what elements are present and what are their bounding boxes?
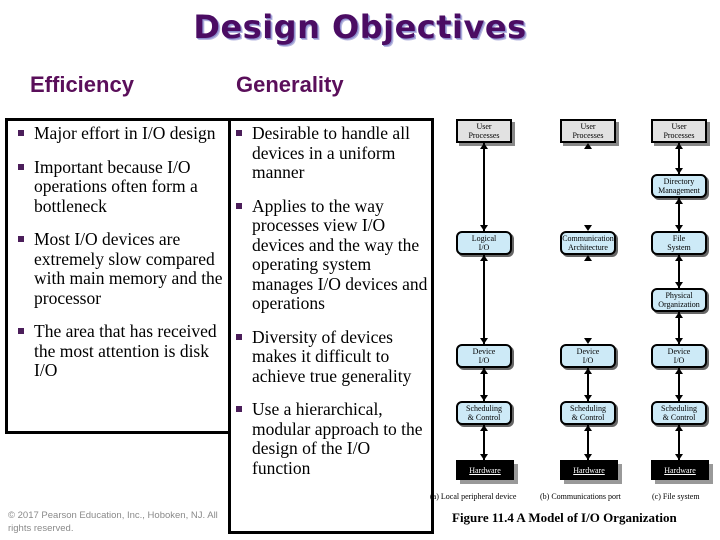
diagram-node: Device I/O bbox=[560, 344, 616, 368]
bullet-square-icon bbox=[18, 236, 24, 242]
arrow-up-icon bbox=[675, 368, 683, 374]
diagram-node: Logical I/O bbox=[456, 231, 512, 255]
diagram-sublabel: (b) Communications port bbox=[540, 492, 621, 501]
arrow-up-icon bbox=[480, 425, 488, 431]
arrow-up-icon bbox=[675, 198, 683, 204]
diagram-node: File System bbox=[651, 231, 707, 255]
copyright-notice: © 2017 Pearson Education, Inc., Hoboken,… bbox=[8, 510, 218, 534]
diagram-node: Device I/O bbox=[651, 344, 707, 368]
arrow-up-icon bbox=[675, 425, 683, 431]
diagram-node: Communication Architecture bbox=[560, 231, 616, 255]
bullet-item: Applies to the way processes view I/O de… bbox=[232, 196, 432, 314]
bullet-item: Most I/O devices are extremely slow comp… bbox=[14, 229, 226, 308]
bullet-item: Important because I/O operations often f… bbox=[14, 157, 226, 217]
bullet-square-icon bbox=[18, 130, 24, 136]
arrow-up-icon bbox=[675, 255, 683, 261]
diagram-node: User Processes bbox=[651, 119, 707, 143]
figure-caption: Figure 11.4 A Model of I/O Organization bbox=[452, 510, 677, 525]
diagram-node: User Processes bbox=[456, 119, 512, 143]
diagram-node: Hardware bbox=[651, 460, 709, 480]
diagram-node: Physical Organization bbox=[651, 288, 707, 312]
diagram-node: Scheduling & Control bbox=[560, 401, 616, 425]
connector-line bbox=[483, 255, 485, 344]
diagram-node: Directory Management bbox=[651, 174, 707, 198]
diagram-node: Hardware bbox=[560, 460, 618, 480]
generality-heading: Generality bbox=[236, 72, 344, 97]
bullet-square-icon bbox=[236, 406, 242, 412]
arrow-up-icon bbox=[584, 255, 592, 261]
diagram-node: Hardware bbox=[456, 460, 514, 480]
bullet-item: Diversity of devices makes it difficult … bbox=[232, 327, 432, 387]
slide-title: Design Objectives bbox=[193, 8, 527, 46]
generality-bullet-list: Desirable to handle all devices in a uni… bbox=[232, 123, 432, 492]
bullet-square-icon bbox=[18, 328, 24, 334]
arrow-up-icon bbox=[675, 312, 683, 318]
arrow-up-icon bbox=[480, 255, 488, 261]
arrow-up-icon bbox=[480, 143, 488, 149]
arrow-up-icon bbox=[584, 425, 592, 431]
connector-line bbox=[483, 143, 485, 231]
io-organization-diagram: Figure 11.4 A Model of I/O Organization … bbox=[430, 110, 720, 540]
arrow-up-icon bbox=[675, 143, 683, 149]
bullet-square-icon bbox=[236, 333, 242, 340]
efficiency-bullet-list: Major effort in I/O design Important bec… bbox=[14, 123, 226, 395]
bullet-item: Desirable to handle all devices in a uni… bbox=[232, 123, 432, 183]
diagram-node: User Processes bbox=[560, 119, 616, 143]
bullet-item: The area that has received the most atte… bbox=[14, 321, 226, 381]
diagram-sublabel: (a) Local peripheral device bbox=[430, 492, 517, 501]
bullet-item: Major effort in I/O design bbox=[14, 123, 226, 144]
bullet-item: Use a hierarchical, modular approach to … bbox=[232, 399, 432, 478]
diagram-sublabel: (c) File system bbox=[652, 492, 700, 501]
arrow-up-icon bbox=[584, 368, 592, 374]
diagram-node: Device I/O bbox=[456, 344, 512, 368]
efficiency-heading: Efficiency bbox=[30, 72, 134, 97]
arrow-up-icon bbox=[480, 368, 488, 374]
bullet-square-icon bbox=[236, 130, 242, 136]
bullet-square-icon bbox=[236, 202, 242, 209]
bullet-square-icon bbox=[18, 163, 24, 170]
diagram-node: Scheduling & Control bbox=[651, 401, 707, 425]
arrow-up-icon bbox=[584, 143, 592, 149]
diagram-node: Scheduling & Control bbox=[456, 401, 512, 425]
